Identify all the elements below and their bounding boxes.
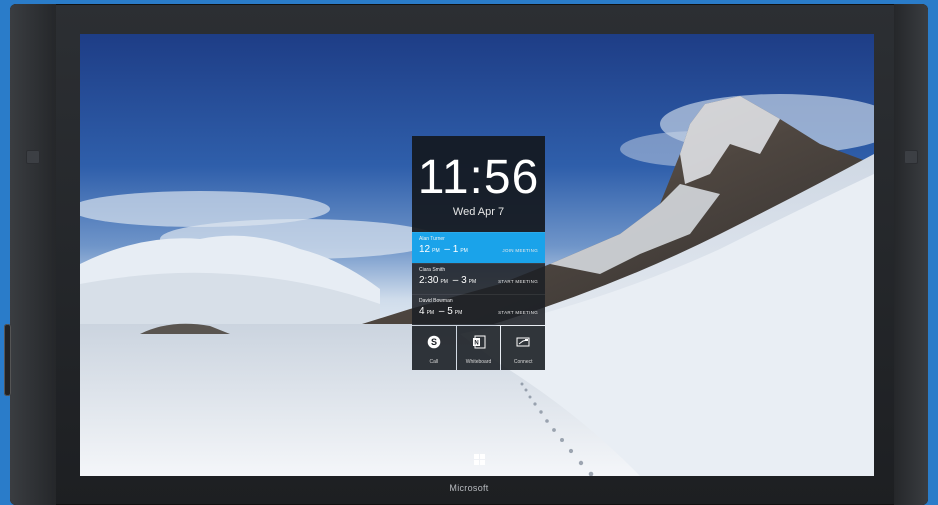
camera-sensor [26,150,40,164]
call-tile[interactable]: S Call [412,326,456,370]
meeting-time: 4 PM – 5 PM [419,306,463,317]
meeting-organizer: Alan Turner [419,236,445,242]
clock-panel: 11:56 Wed Apr 7 [412,136,545,232]
start-meeting-button[interactable]: START MEETING [498,310,538,315]
meeting-time: 12 PM – 1 PM [419,244,468,255]
camera-sensor [904,150,918,164]
windows-logo-icon[interactable] [474,454,485,465]
tile-label: Call [429,359,439,365]
connect-tile[interactable]: Connect [501,326,546,370]
lock-screen-widget: 11:56 Wed Apr 7 Alan Turner 12 PM – 1 PM J… [412,136,546,370]
bezel-left-panel [10,4,56,505]
whiteboard-tile[interactable]: N Whiteboard [456,326,501,370]
meeting-item[interactable]: Ciara Smith 2:30 PM – 3 PM START MEETING [412,263,545,294]
svg-text:N: N [474,341,478,347]
power-button[interactable] [4,324,11,396]
lock-screen: 11:56 Wed Apr 7 Alan Turner 12 PM – 1 PM J… [80,34,874,476]
onenote-icon: N [472,335,485,349]
meeting-organizer: David Bowman [419,298,453,304]
meeting-time: 2:30 PM – 3 PM [419,275,477,286]
join-meeting-button[interactable]: JOIN MEETING [502,248,538,253]
clock-time: 11:56 [417,151,540,204]
skype-icon: S [427,335,441,349]
meeting-organizer: Ciara Smith [419,267,446,273]
bezel-right-panel [894,4,928,505]
brand-logo: Microsoft [449,483,489,493]
clock-date: Wed Apr 7 [452,206,505,218]
meeting-item[interactable]: David Bowman 4 PM – 5 PM START MEETING [412,294,545,325]
start-meeting-button[interactable]: START MEETING [498,279,538,284]
quick-action-tiles: S Call N Whiteboard Connect [412,326,546,370]
connect-icon [516,337,530,347]
tile-label: Whiteboard [465,359,492,365]
meeting-item[interactable]: Alan Turner 12 PM – 1 PM JOIN MEETING [412,232,545,263]
svg-text:S: S [431,337,437,347]
tile-label: Connect [513,359,533,365]
